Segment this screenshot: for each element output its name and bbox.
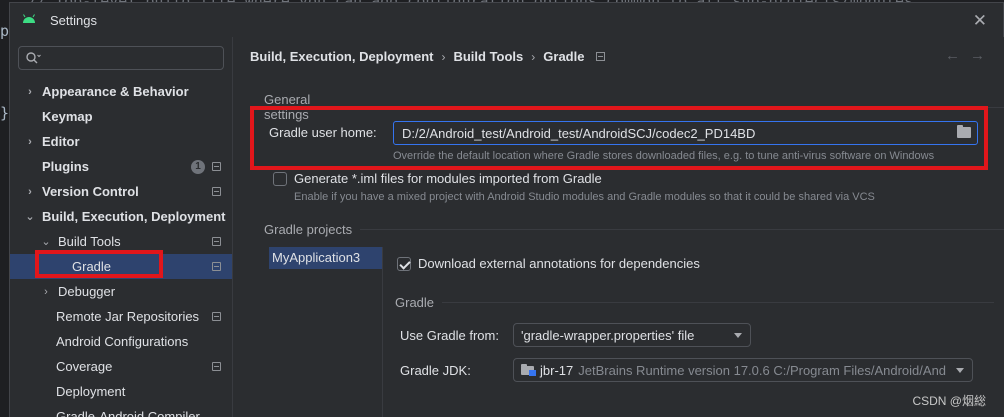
project-scope-icon — [212, 312, 221, 321]
gradle-jdk-select[interactable]: jbr-17 JetBrains Runtime version 17.0.6 … — [513, 358, 973, 382]
project-scope-icon — [212, 237, 221, 246]
project-scope-icon — [212, 262, 221, 271]
gradle-user-home-hint: Override the default location where Grad… — [393, 150, 935, 162]
section-title: Gradle projects — [264, 222, 353, 237]
gradle-user-home-field[interactable]: D:/2/Android_test/Android_test/AndroidSC… — [393, 121, 978, 145]
chevron-right-icon[interactable]: › — [24, 186, 36, 198]
search-input[interactable] — [18, 46, 224, 70]
sidebar-item-label: Build, Execution, Deployment — [42, 209, 226, 224]
section-title: General settings — [264, 92, 311, 122]
search-icon — [26, 52, 41, 64]
code-gutter-char: p — [0, 22, 10, 40]
chevron-right-icon[interactable]: › — [40, 286, 52, 298]
generate-iml-checkbox[interactable] — [273, 172, 287, 186]
gradle-user-home-label: Gradle user home: — [269, 125, 377, 140]
gradle-projects-list: MyApplication3 — [269, 247, 383, 417]
sidebar-item-label: Coverage — [56, 359, 113, 374]
breadcrumb-separator: › — [441, 49, 446, 64]
sidebar-item-build-tools[interactable]: ⌄ Build Tools — [10, 229, 232, 254]
jdk-detail: JetBrains Runtime version 17.0.6 C:/Prog… — [578, 362, 947, 378]
divider — [360, 229, 1004, 230]
gradle-jdk-label: Gradle JDK: — [400, 363, 471, 378]
sidebar-item-label: Gradle — [72, 259, 112, 274]
breadcrumb-item[interactable]: Build, Execution, Deployment — [250, 49, 433, 64]
chevron-down-icon[interactable]: ⌄ — [40, 235, 52, 248]
project-scope-icon — [212, 187, 221, 196]
divider — [366, 106, 1004, 108]
sidebar-item-label: Debugger — [58, 284, 116, 299]
breadcrumb-item[interactable]: Build Tools — [453, 49, 523, 64]
sidebar-item-label: Gradle-Android Compiler — [56, 409, 200, 417]
gradle-settings-panel: Build, Execution, Deployment › Build Too… — [232, 37, 1004, 417]
sidebar-item-label: Remote Jar Repositories — [56, 309, 200, 324]
sidebar-item-label: Plugins — [42, 159, 89, 174]
gradle-section-header: Gradle — [395, 295, 995, 310]
breadcrumb-item: Gradle — [543, 49, 585, 64]
sidebar-item-label: Version Control — [42, 184, 139, 199]
sidebar-item-android-configurations[interactable]: Android Configurations — [10, 329, 232, 354]
sidebar-item-label: Editor — [42, 134, 80, 149]
sidebar-item-version-control[interactable]: › Version Control — [10, 179, 232, 204]
gradle-user-home-value[interactable]: D:/2/Android_test/Android_test/AndroidSC… — [402, 126, 755, 141]
chevron-down-icon — [956, 368, 964, 373]
project-scope-icon — [212, 362, 221, 371]
gradle-projects-header: Gradle projects — [264, 222, 1004, 237]
use-gradle-from-select[interactable]: 'gradle-wrapper.properties' file — [513, 323, 751, 347]
history-nav: ←→ — [945, 47, 995, 64]
breadcrumb-separator: › — [531, 49, 536, 64]
sidebar-item-appearance[interactable]: › Appearance & Behavior — [10, 79, 232, 104]
project-scope-icon — [212, 162, 221, 171]
sidebar-item-coverage[interactable]: Coverage — [10, 354, 232, 379]
sidebar-item-keymap[interactable]: Keymap — [10, 104, 232, 129]
sidebar-item-plugins[interactable]: Plugins 1 — [10, 154, 232, 179]
download-annotations-label[interactable]: Download external annotations for depend… — [418, 256, 700, 271]
sidebar-item-label: Build Tools — [58, 234, 121, 249]
window-title: Settings — [50, 12, 97, 28]
forward-arrow-icon[interactable]: → — [970, 47, 995, 64]
generate-iml-hint: Enable if you have a mixed project with … — [294, 191, 875, 203]
list-item[interactable]: MyApplication3 — [269, 247, 382, 269]
general-settings-header: General settings — [264, 92, 1004, 122]
generate-iml-label[interactable]: Generate *.iml files for modules importe… — [294, 171, 602, 186]
title-bar: Settings ✕ — [10, 3, 1003, 37]
project-scope-icon — [596, 52, 606, 61]
watermark: CSDN @烟総 — [912, 394, 986, 408]
jdk-name: jbr-17 — [540, 362, 574, 378]
sidebar-item-build-execution-deployment[interactable]: ⌄ Build, Execution, Deployment — [10, 204, 232, 229]
close-icon[interactable]: ✕ — [973, 11, 987, 31]
settings-sidebar: › Appearance & Behavior Keymap › Editor … — [10, 37, 232, 417]
sidebar-item-debugger[interactable]: › Debugger — [10, 279, 232, 304]
sidebar-item-label: Appearance & Behavior — [42, 84, 189, 99]
back-arrow-icon[interactable]: ← — [945, 47, 970, 64]
code-gutter-brace: } — [0, 104, 10, 122]
update-count-badge: 1 — [191, 160, 205, 174]
breadcrumb: Build, Execution, Deployment › Build Too… — [250, 49, 606, 64]
divider — [442, 302, 995, 303]
android-icon — [23, 14, 35, 23]
chevron-down-icon[interactable]: ⌄ — [24, 210, 36, 223]
settings-tree: › Appearance & Behavior Keymap › Editor … — [10, 79, 232, 417]
chevron-right-icon[interactable]: › — [24, 136, 36, 148]
settings-dialog: Settings ✕ › Appearance & Behavior Keyma… — [9, 2, 1004, 417]
section-title: Gradle — [395, 295, 435, 310]
sidebar-item-label: Deployment — [56, 384, 126, 399]
jdk-folder-icon — [521, 364, 536, 376]
folder-icon[interactable] — [957, 125, 971, 138]
sidebar-item-deployment[interactable]: Deployment — [10, 379, 232, 404]
selected-value: 'gradle-wrapper.properties' file — [521, 327, 695, 343]
use-gradle-from-label: Use Gradle from: — [400, 328, 499, 343]
sidebar-item-remote-jar-repositories[interactable]: Remote Jar Repositories — [10, 304, 232, 329]
chevron-right-icon[interactable]: › — [24, 86, 36, 98]
sidebar-item-label: Keymap — [42, 109, 93, 124]
sidebar-item-label: Android Configurations — [56, 334, 189, 349]
chevron-down-icon — [734, 333, 742, 338]
sidebar-item-editor[interactable]: › Editor — [10, 129, 232, 154]
sidebar-item-gradle-android-compiler[interactable]: Gradle-Android Compiler — [10, 404, 232, 417]
sidebar-item-gradle[interactable]: Gradle — [10, 254, 232, 279]
download-annotations-checkbox[interactable] — [397, 257, 411, 271]
